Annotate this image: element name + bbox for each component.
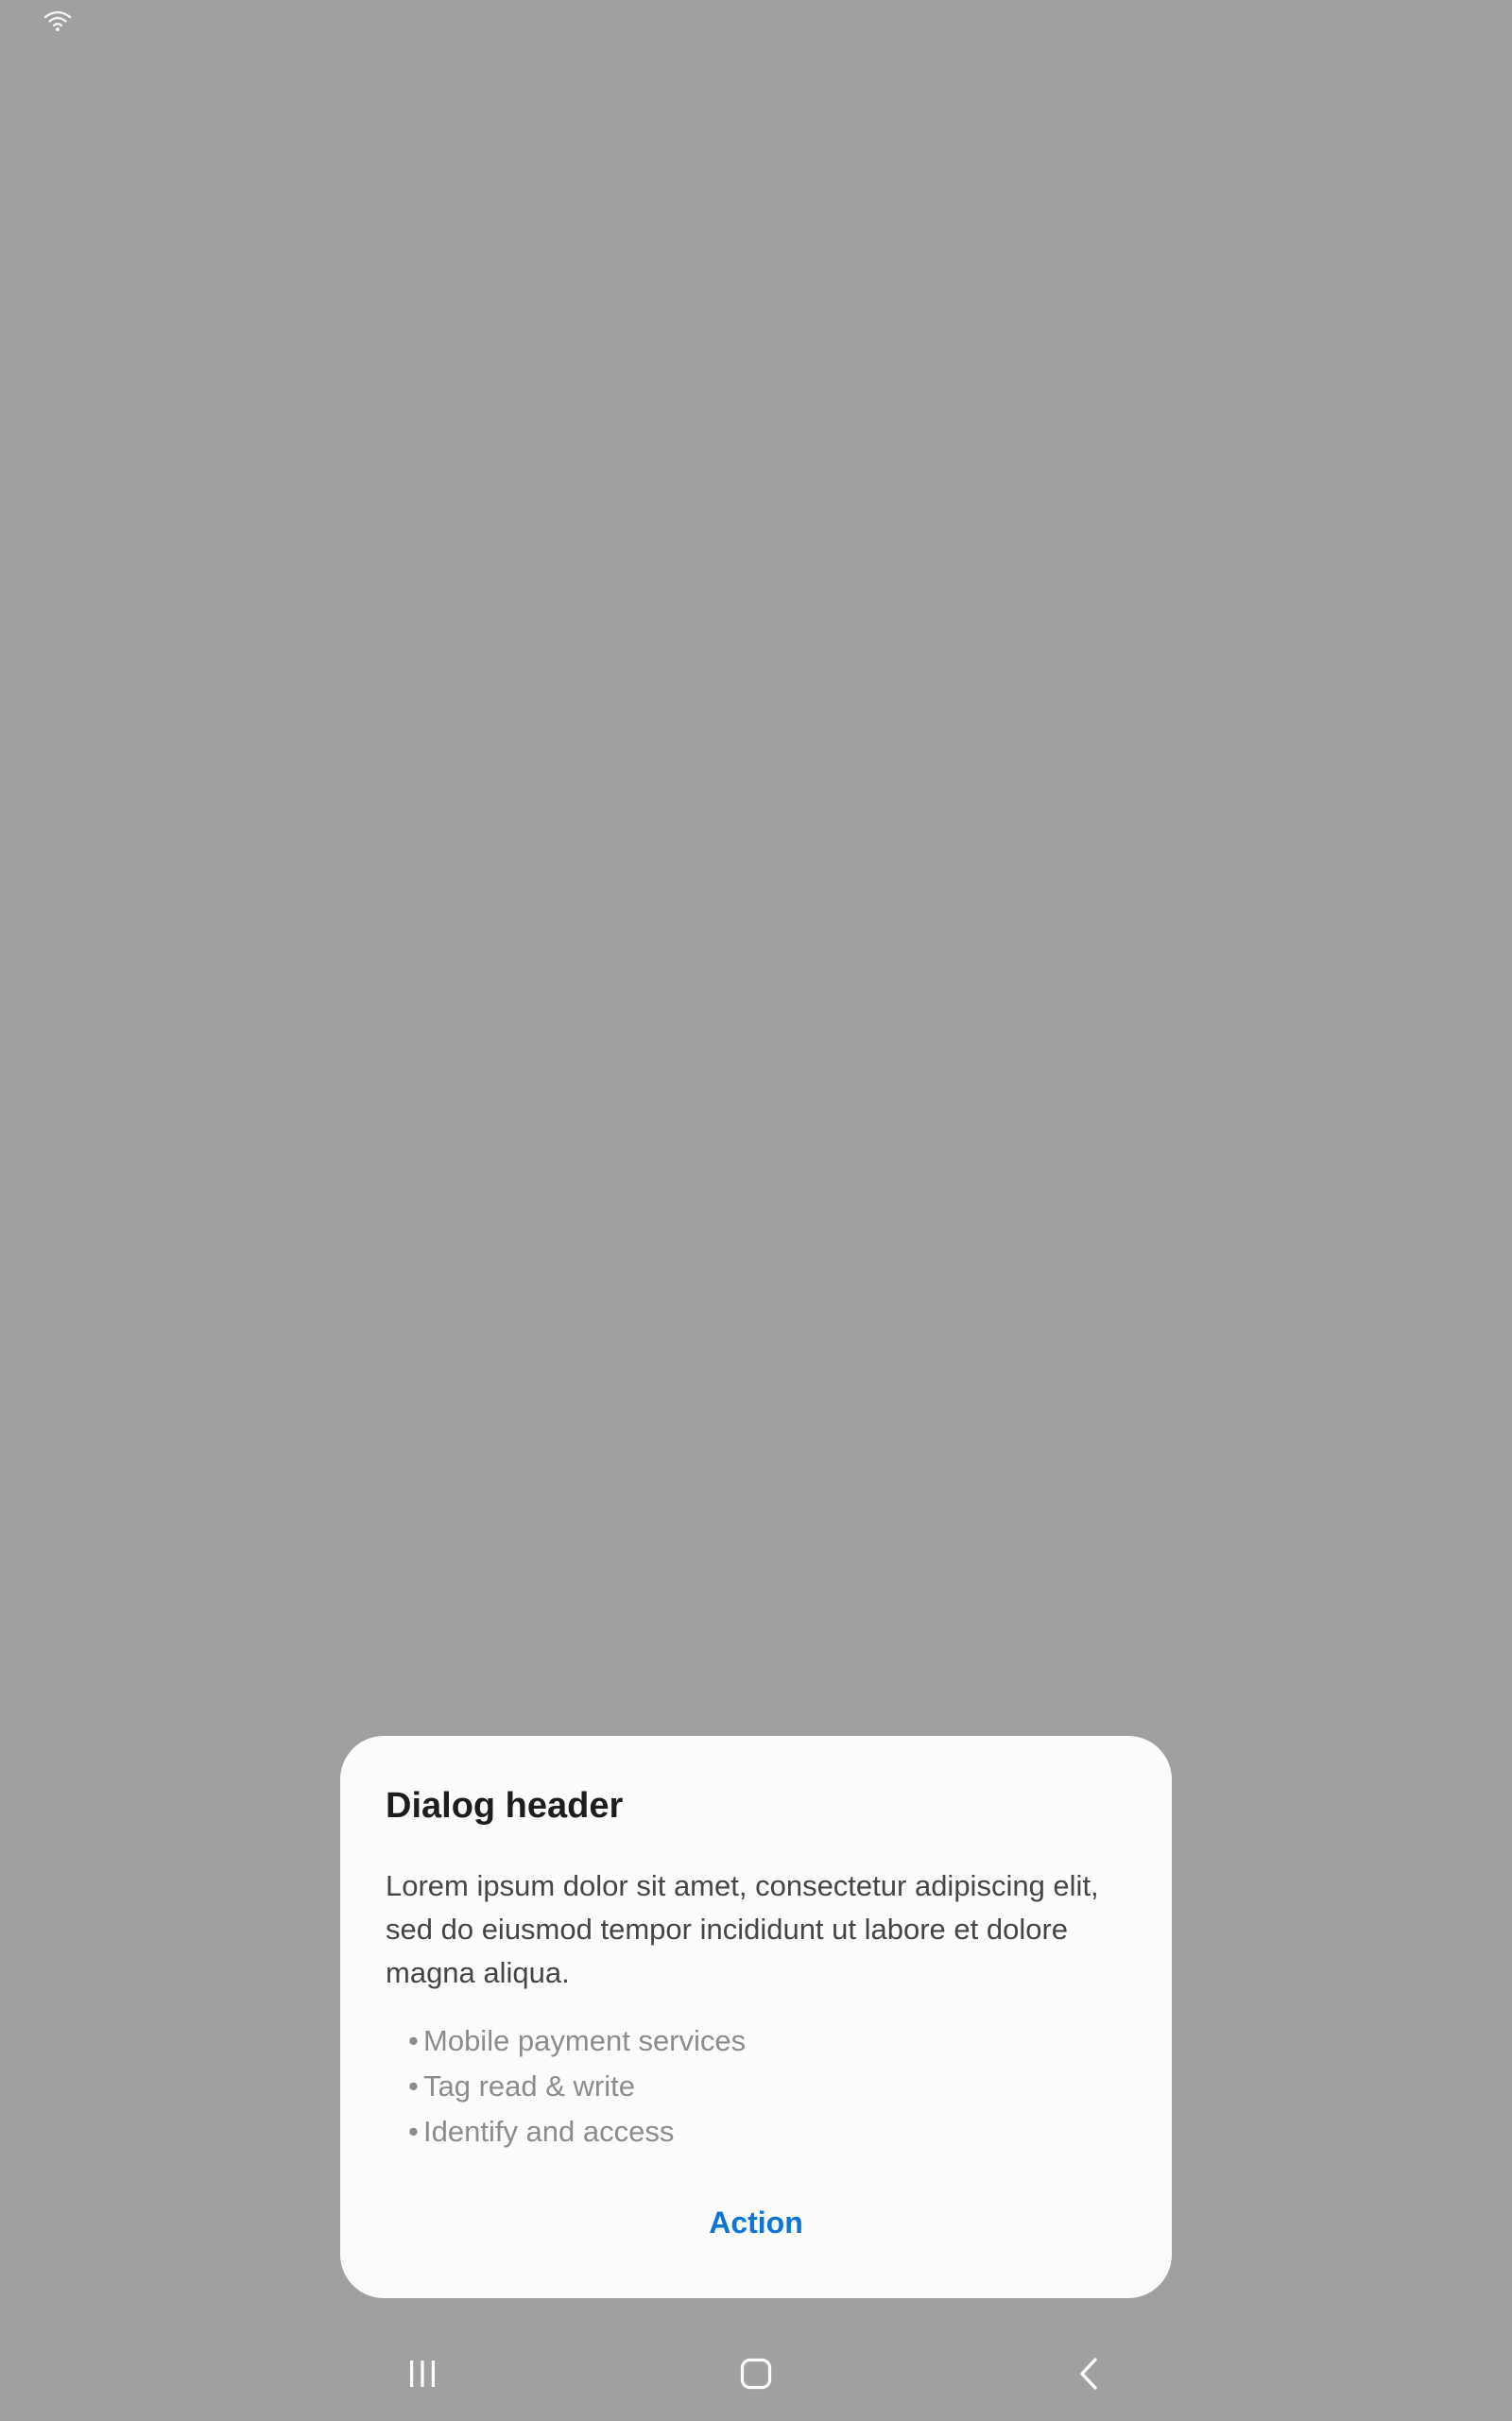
bullet-dot: • <box>408 2069 419 2103</box>
list-item-label: Identify and access <box>423 2115 675 2148</box>
list-item-label: Tag read & write <box>423 2069 635 2103</box>
back-button[interactable] <box>1032 2327 1145 2421</box>
navigation-bar <box>0 2327 1512 2421</box>
wifi-icon <box>43 10 72 31</box>
list-item: • Identify and access <box>408 2109 746 2155</box>
recents-icon <box>410 2361 435 2387</box>
bullet-dot: • <box>408 2024 419 2057</box>
status-bar <box>0 0 1512 45</box>
action-button[interactable]: Action <box>340 2189 1172 2256</box>
home-icon <box>740 2358 772 2390</box>
dialog-body-text: Lorem ipsum dolor sit amet, consectetur … <box>386 1869 1099 1989</box>
bullet-dot: • <box>408 2115 419 2148</box>
back-icon <box>1080 2358 1097 2390</box>
dialog-title: Dialog header <box>386 1786 624 1826</box>
home-button[interactable] <box>699 2327 813 2421</box>
dialog: Dialog header Lorem ipsum dolor sit amet… <box>340 1736 1172 2298</box>
list-item: • Mobile payment services <box>408 2018 746 2064</box>
list-item-label: Mobile payment services <box>423 2024 747 2057</box>
recents-button[interactable] <box>366 2327 479 2421</box>
list-item: • Tag read & write <box>408 2064 746 2109</box>
feature-list: • Mobile payment services • Tag read & wri… <box>408 2018 746 2155</box>
